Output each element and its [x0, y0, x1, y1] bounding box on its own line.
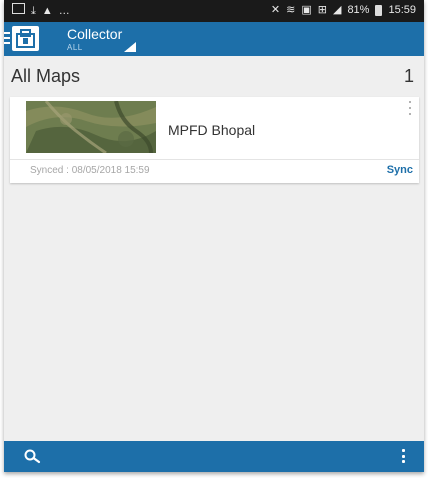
- phone-screen: ⤓ ▲ … ✕ ≋ ▣ ⊞ ◢ 81% 15:59 Collector ALL …: [4, 0, 424, 472]
- folder-icon: [16, 29, 35, 48]
- collector-app-icon[interactable]: [12, 26, 39, 51]
- battery-icon: [375, 4, 383, 16]
- dropdown-triangle-icon[interactable]: [124, 42, 136, 52]
- page-title: All Maps: [11, 66, 81, 86]
- menu-icon[interactable]: [4, 32, 10, 47]
- map-thumbnail[interactable]: [26, 101, 156, 153]
- wifi-icon: ≋: [286, 4, 296, 16]
- sync-button[interactable]: Sync: [387, 164, 413, 176]
- search-icon[interactable]: [24, 449, 44, 465]
- status-bar: ⤓ ▲ … ✕ ≋ ▣ ⊞ ◢ 81% 15:59: [4, 0, 424, 22]
- nfc-icon: ▣: [301, 4, 312, 16]
- sync-status-time: 08/05/2018 15:59: [71, 165, 150, 176]
- map-name[interactable]: MPFD Bhopal: [168, 122, 255, 138]
- map-options-icon[interactable]: [407, 101, 413, 115]
- more-vert-icon[interactable]: [402, 449, 406, 463]
- status-time: 15:59: [388, 4, 416, 16]
- battery-percent: 81%: [347, 4, 370, 16]
- lte-icon: ⊞: [317, 4, 327, 16]
- app-bar: Collector ALL: [4, 22, 424, 56]
- download-icon: ⤓: [31, 4, 36, 17]
- map-card[interactable]: MPFD Bhopal Synced : 08/05/2018 15:59 Sy…: [10, 97, 419, 183]
- signal-icon: ◢: [332, 4, 342, 16]
- sync-status: Synced : 08/05/2018 15:59: [30, 165, 150, 176]
- warning-icon: ▲: [41, 4, 53, 17]
- app-title[interactable]: Collector: [67, 26, 122, 42]
- image-icon: [12, 3, 25, 18]
- map-count: 1: [403, 66, 414, 86]
- mute-icon: ✕: [270, 4, 281, 16]
- status-right-icons: ✕ ≋ ▣ ⊞ ◢ 81% 15:59: [271, 3, 416, 17]
- status-left-icons: ⤓ ▲ …: [12, 3, 70, 18]
- sync-status-label: Synced :: [30, 165, 69, 176]
- app-filter-label[interactable]: ALL: [67, 43, 83, 52]
- bottom-bar: [4, 441, 424, 472]
- more-dots-icon: …: [58, 4, 70, 17]
- card-divider: [10, 159, 419, 160]
